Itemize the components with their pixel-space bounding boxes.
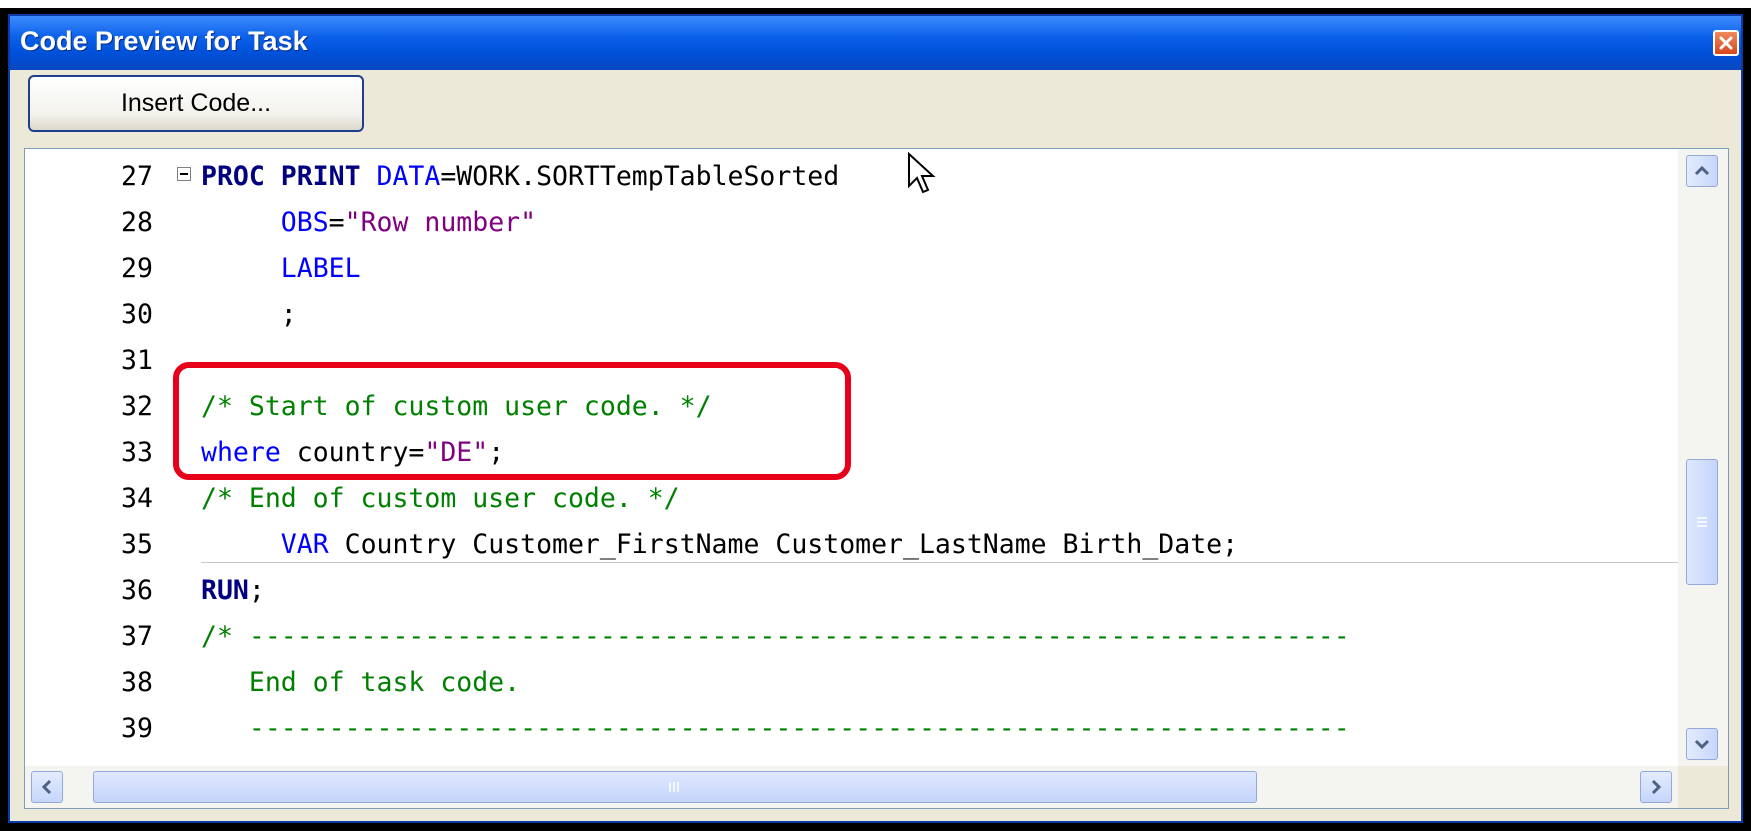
code-token: PROC PRINT bbox=[201, 161, 361, 192]
code-editor[interactable]: 27 PROC PRINT DATA=WORK.SORTTempTableSort… bbox=[24, 148, 1729, 809]
code-token: DATA bbox=[376, 161, 441, 192]
code-token: ----------------------------------------… bbox=[201, 713, 1350, 744]
code-token: VAR bbox=[280, 529, 329, 560]
line-number: 34 bbox=[121, 483, 153, 514]
code-text: PROC PRINT DATA=WORK.SORTTempTableSorted bbox=[201, 154, 839, 200]
code-line[interactable]: 36 RUN; bbox=[25, 568, 1678, 614]
code-line[interactable]: 31 bbox=[25, 338, 1678, 384]
line-number: 32 bbox=[121, 391, 153, 422]
chevron-right-icon bbox=[1651, 779, 1662, 795]
code-token: End of task code. bbox=[201, 667, 521, 698]
code-line[interactable]: 37 /* -----------------------------------… bbox=[25, 614, 1678, 660]
close-button[interactable] bbox=[1713, 30, 1739, 56]
code-text: /* -------------------------------------… bbox=[201, 614, 1350, 660]
vertical-scroll-thumb[interactable] bbox=[1686, 459, 1718, 585]
code-text: OBS="Row number" bbox=[201, 200, 536, 246]
code-token: Country Customer_FirstName Customer_Last… bbox=[328, 529, 1239, 560]
scroll-down-button[interactable] bbox=[1686, 728, 1718, 760]
close-icon bbox=[1719, 36, 1733, 50]
chevron-down-icon bbox=[1694, 739, 1710, 750]
code-line[interactable]: 32 /* Start of custom user code. */ bbox=[25, 384, 1678, 430]
code-text: VAR Country Customer_FirstName Customer_… bbox=[201, 522, 1238, 568]
line-number: 36 bbox=[121, 575, 153, 606]
line-number: 29 bbox=[121, 253, 153, 284]
grip-icon bbox=[669, 782, 679, 792]
code-area[interactable]: 27 PROC PRINT DATA=WORK.SORTTempTableSort… bbox=[25, 149, 1678, 766]
window-title: Code Preview for Task bbox=[20, 26, 308, 56]
code-token: /* Start of custom user code. */ bbox=[201, 391, 712, 422]
collapse-minus-icon[interactable] bbox=[177, 167, 191, 181]
code-token: "DE" bbox=[424, 437, 489, 468]
code-text: /* Start of custom user code. */ bbox=[201, 384, 712, 430]
code-line[interactable]: 34 /* End of custom user code. */ bbox=[25, 476, 1678, 522]
code-text: End of task code. bbox=[201, 660, 520, 706]
code-token: country= bbox=[280, 437, 425, 468]
scroll-up-button[interactable] bbox=[1686, 155, 1718, 187]
code-token: =WORK.SORTTempTableSorted bbox=[440, 161, 840, 192]
scroll-left-button[interactable] bbox=[31, 771, 63, 803]
code-text: ; bbox=[201, 292, 297, 338]
code-token: ; bbox=[488, 437, 505, 468]
line-number: 33 bbox=[121, 437, 153, 468]
code-token: ; bbox=[201, 299, 297, 330]
line-number: 28 bbox=[121, 207, 153, 238]
code-token: RUN bbox=[201, 575, 249, 606]
code-text: ----------------------------------------… bbox=[201, 706, 1350, 752]
code-token: /* End of custom user code. */ bbox=[201, 483, 680, 514]
code-line[interactable]: 29 LABEL bbox=[25, 246, 1678, 292]
line-number: 37 bbox=[121, 621, 153, 652]
code-line[interactable]: 30 ; bbox=[25, 292, 1678, 338]
line-number: 38 bbox=[121, 667, 153, 698]
line-number: 31 bbox=[121, 345, 153, 376]
code-token: = bbox=[328, 207, 345, 238]
scrollbar-corner bbox=[1678, 766, 1728, 808]
code-line[interactable]: 27 PROC PRINT DATA=WORK.SORTTempTableSort… bbox=[25, 154, 1678, 200]
code-line[interactable]: 28 OBS="Row number" bbox=[25, 200, 1678, 246]
title-bar[interactable]: Code Preview for Task bbox=[10, 16, 1741, 70]
code-text: RUN; bbox=[201, 568, 265, 614]
code-text: where country="DE"; bbox=[201, 430, 504, 476]
code-token: /* -------------------------------------… bbox=[201, 621, 1350, 652]
code-line[interactable]: 39 -------------------------------------… bbox=[25, 706, 1678, 752]
line-number: 39 bbox=[121, 713, 153, 744]
code-line[interactable]: 35 VAR Country Customer_FirstName Custom… bbox=[25, 522, 1678, 568]
code-line[interactable]: 33 where country="DE"; bbox=[25, 430, 1678, 476]
scroll-right-button[interactable] bbox=[1640, 771, 1672, 803]
code-token: where bbox=[201, 437, 281, 468]
line-number: 35 bbox=[121, 529, 153, 560]
code-preview-window: Code Preview for Task Insert Code... 27 P… bbox=[0, 8, 1751, 831]
chevron-up-icon bbox=[1694, 165, 1710, 176]
horizontal-scrollbar[interactable] bbox=[25, 766, 1678, 808]
code-token: "Row number" bbox=[344, 207, 537, 238]
window-frame: Code Preview for Task Insert Code... 27 P… bbox=[8, 14, 1743, 823]
mouse-pointer-icon bbox=[908, 152, 936, 194]
code-token: LABEL bbox=[280, 253, 361, 284]
code-text: /* End of custom user code. */ bbox=[201, 476, 680, 522]
code-text: LABEL bbox=[201, 246, 361, 292]
chevron-left-icon bbox=[41, 779, 52, 795]
insert-code-button[interactable]: Insert Code... bbox=[28, 75, 364, 132]
vertical-scrollbar[interactable] bbox=[1678, 149, 1728, 766]
line-number: 30 bbox=[121, 299, 153, 330]
code-line[interactable]: 38 End of task code. bbox=[25, 660, 1678, 706]
grip-icon bbox=[1697, 517, 1707, 527]
horizontal-scroll-thumb[interactable] bbox=[93, 771, 1257, 803]
code-token: ; bbox=[248, 575, 265, 606]
code-token: OBS bbox=[280, 207, 329, 238]
toolbar: Insert Code... bbox=[10, 70, 1741, 136]
line-number: 27 bbox=[121, 161, 153, 192]
